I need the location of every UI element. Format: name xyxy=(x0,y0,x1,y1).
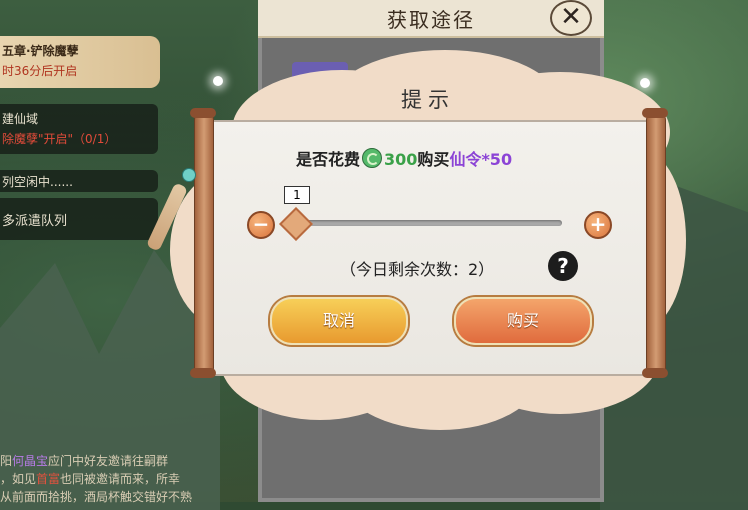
quest-title: 建仙域 xyxy=(2,112,39,126)
dialog-title: 提示 xyxy=(401,88,455,112)
quest-title: 五章·铲除魔孽 xyxy=(2,44,79,58)
quantity-display: 1 xyxy=(284,186,310,204)
sparkle-icon xyxy=(640,78,650,88)
remaining-count: （今日剩余次数：2） xyxy=(340,260,495,279)
cost-amount: 300 xyxy=(384,150,418,169)
more-dispatch-queue[interactable]: 多派遣队列 xyxy=(0,198,158,240)
story-text: 阳何晶宝应门中好友邀请往嗣群 ，如见首富也同被邀请而来，所幸 从前面而拾挑，酒局… xyxy=(0,454,193,504)
jade-tassel-icon xyxy=(145,168,196,252)
quest-progress: 除魔孽"开启"（0/1） xyxy=(2,132,117,146)
queue-status: 列空闲中...... xyxy=(2,175,73,189)
queue-idle[interactable]: 列空闲中...... xyxy=(0,170,158,192)
decrease-button[interactable]: − xyxy=(247,211,275,239)
close-icon[interactable]: ✕ xyxy=(550,0,592,36)
buy-button[interactable]: 购买 xyxy=(454,297,592,345)
scroll-roller-right xyxy=(646,112,666,376)
quest-item-build[interactable]: 建仙域 除魔孽"开启"（0/1） xyxy=(0,104,158,154)
cancel-button[interactable]: 取消 xyxy=(270,297,408,345)
sparkle-icon xyxy=(213,76,223,86)
help-icon[interactable]: ? xyxy=(548,251,578,281)
quest-timer: 时36分后开启 xyxy=(2,64,78,78)
increase-button[interactable]: + xyxy=(584,211,612,239)
quest-item-chapter[interactable]: 五章·铲除魔孽 时36分后开启 xyxy=(0,36,160,88)
jade-coin-icon xyxy=(362,148,383,168)
queue-label: 多派遣队列 xyxy=(2,214,68,229)
cost-prompt: 是否花费 300购买仙令*50 xyxy=(296,148,513,169)
scroll-roller-left xyxy=(194,112,214,376)
purchase-item: 仙令*50 xyxy=(449,150,513,169)
quantity-slider[interactable] xyxy=(290,220,562,226)
